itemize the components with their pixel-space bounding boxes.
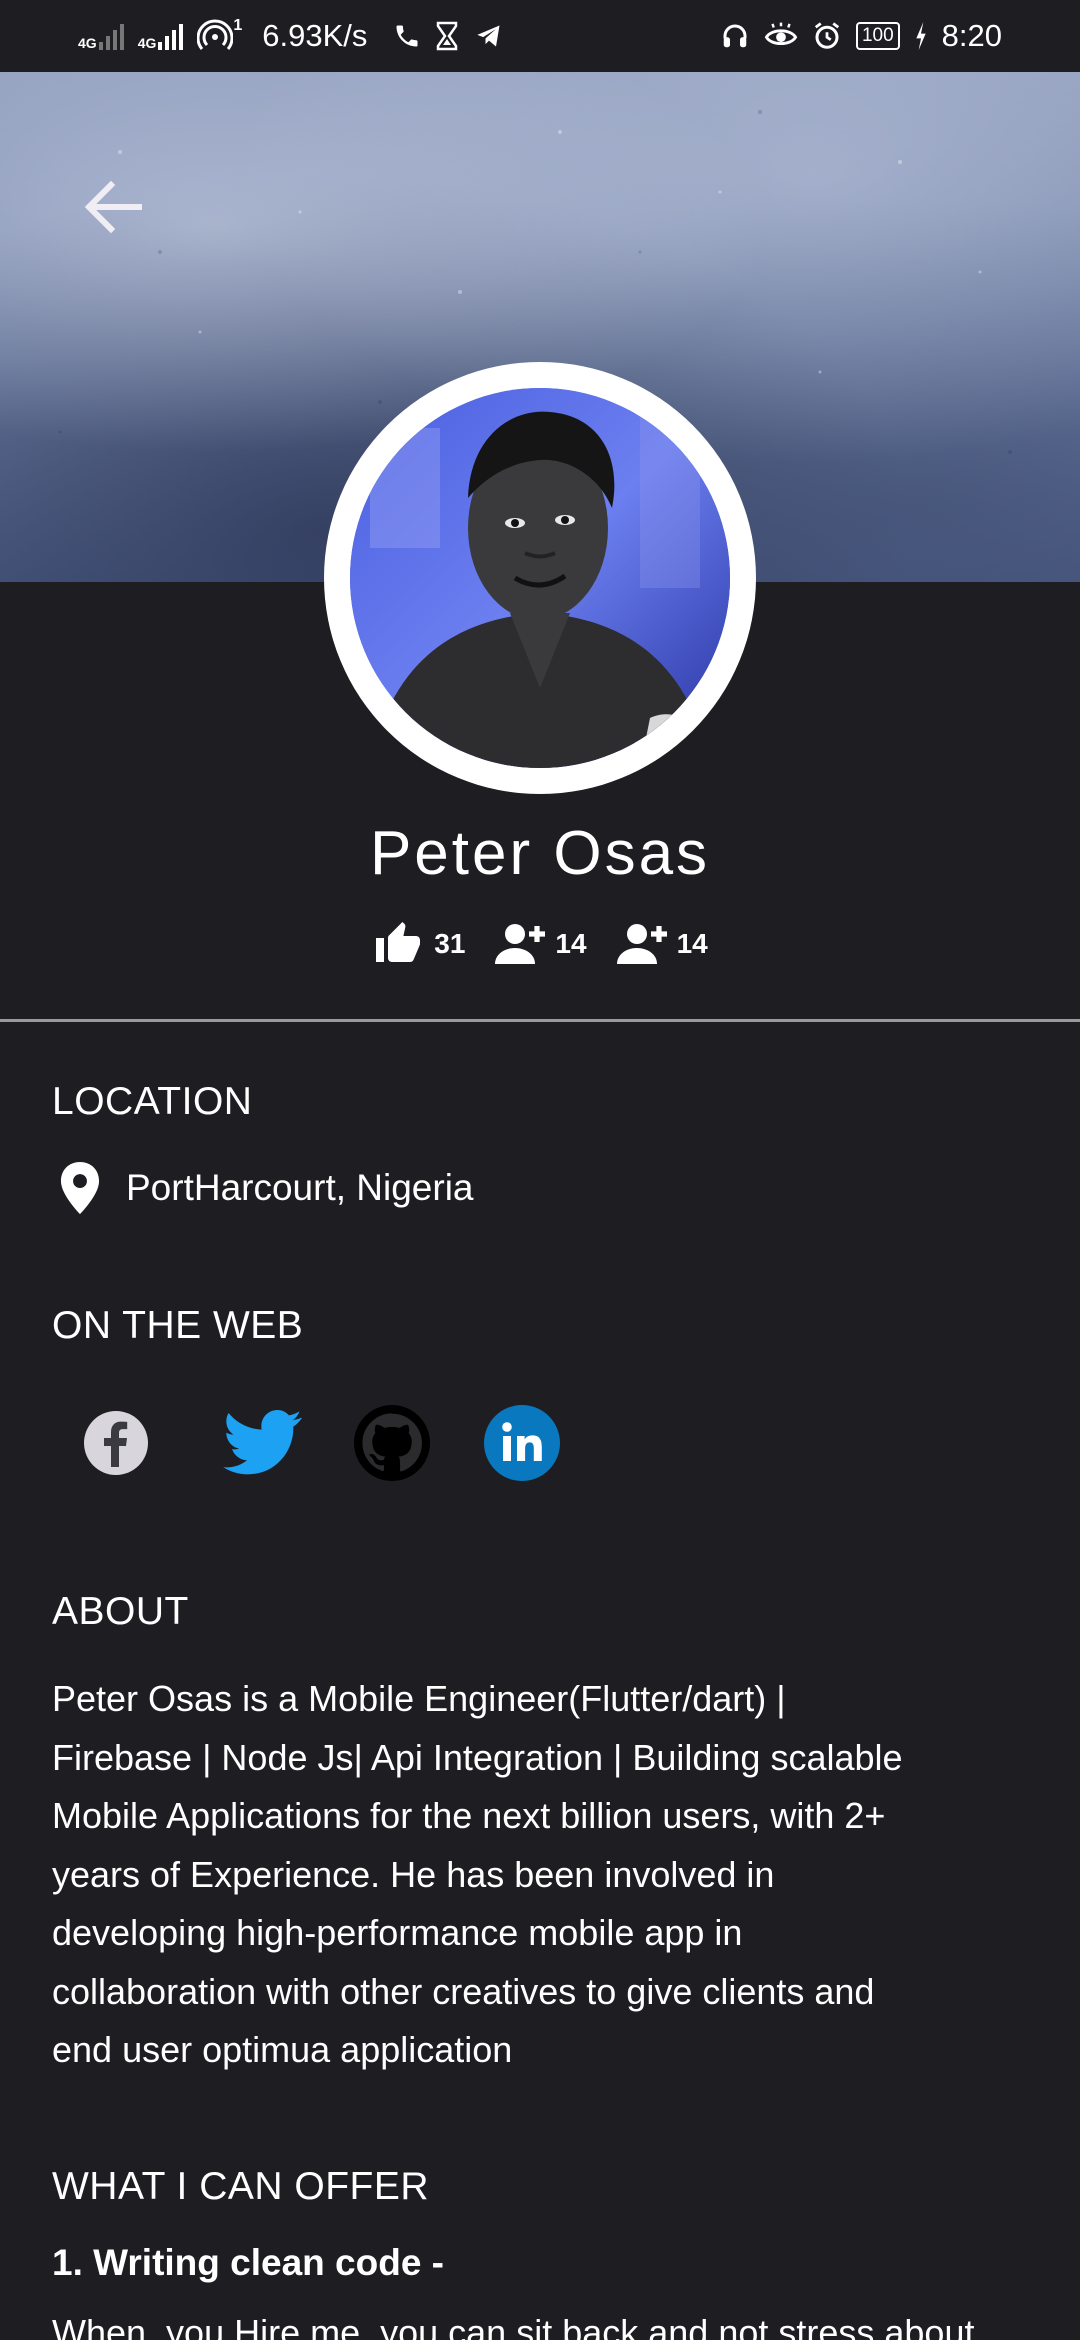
web-title: ON THE WEB: [52, 1304, 304, 1347]
divider: [0, 1019, 1080, 1022]
person-add-icon: [495, 924, 546, 964]
hotspot: 1: [197, 17, 243, 53]
signal-1: 4G: [78, 22, 124, 50]
offer-item-1-desc: When, you Hire me, you can sit back and …: [52, 2312, 975, 2340]
profile-stats: 31 14 14: [0, 920, 1080, 968]
back-button[interactable]: [78, 172, 148, 242]
following-stat[interactable]: 14: [615, 922, 708, 966]
about-line: years of Experience. He has been involve…: [52, 1853, 775, 1895]
status-bar: 4G 4G 1 6.93K/s 100 8:20: [0, 0, 1080, 72]
location-title: LOCATION: [52, 1080, 253, 1123]
phone-icon: [396, 25, 418, 47]
arrow-back-icon: [84, 180, 142, 234]
headphones-icon: [723, 24, 747, 48]
signal-bars-1-icon: [98, 22, 124, 50]
signal-2: 4G: [138, 22, 184, 50]
followers-count: 14: [555, 928, 587, 959]
about-text: Peter Osas is a Mobile Engineer(Flutter/…: [52, 1670, 1032, 2080]
linkedin-link[interactable]: [484, 1405, 560, 1481]
signal-bars-2-icon: [158, 22, 184, 50]
clock: 8:20: [941, 18, 1002, 53]
facebook-link[interactable]: [78, 1405, 154, 1481]
network-type-1: 4G: [78, 35, 97, 51]
about-line: end user optimua application: [52, 2029, 513, 2070]
facebook-icon: [84, 1411, 148, 1475]
battery-indicator: 100: [855, 22, 900, 50]
offer-item-1: 1. Writing clean code -: [52, 2242, 445, 2283]
about-line: Firebase | Node Js| Api Integration | Bu…: [52, 1736, 903, 1778]
status-left: 4G 4G 1 6.93K/s: [78, 18, 505, 54]
followers-stat[interactable]: 14: [493, 922, 587, 966]
offer-title: WHAT I CAN OFFER: [52, 2165, 430, 2208]
avatar-photo: [350, 388, 730, 768]
hotspot-icon: [197, 19, 234, 50]
about-line: Mobile Applications for the next billion…: [52, 1795, 886, 1836]
likes-count: 31: [434, 928, 466, 959]
location-pin-icon: [60, 1162, 100, 1214]
network-type-2: 4G: [137, 35, 157, 51]
location-row: PortHarcourt, Nigeria: [58, 1162, 474, 1214]
profile-screen: 4G 4G 1 6.93K/s 100 8:20 Peter Osas 31 1…: [0, 0, 1080, 2340]
likes-stat[interactable]: 31: [372, 920, 465, 968]
about-line: collaboration with other creatives to gi…: [52, 1970, 875, 2012]
charging-icon: [915, 22, 926, 50]
github-link[interactable]: [354, 1405, 430, 1481]
hotspot-count: 1: [233, 17, 243, 34]
person-add-icon: [616, 924, 667, 964]
following-count: 14: [676, 928, 708, 959]
about-title: ABOUT: [52, 1590, 189, 1633]
thumbs-up-icon: [376, 922, 421, 962]
avatar[interactable]: [350, 388, 730, 768]
profile-name: Peter Osas: [369, 819, 711, 888]
telegram-icon: [477, 25, 500, 47]
linkedin-icon: [484, 1405, 560, 1481]
hourglass-icon: [437, 21, 458, 51]
eye-comfort-icon: [764, 22, 798, 46]
alarm-icon: [814, 22, 840, 49]
github-icon: [354, 1405, 430, 1481]
twitter-icon: [223, 1410, 302, 1475]
twitter-link[interactable]: [223, 1405, 307, 1481]
about-line: developing high-performance mobile app i…: [52, 1912, 743, 1953]
location-value: PortHarcourt, Nigeria: [126, 1167, 474, 1208]
status-right: 100 8:20: [720, 18, 1002, 54]
about-line: Peter Osas is a Mobile Engineer(Flutter/…: [52, 1678, 786, 1719]
network-speed: 6.93K/s: [262, 18, 368, 53]
